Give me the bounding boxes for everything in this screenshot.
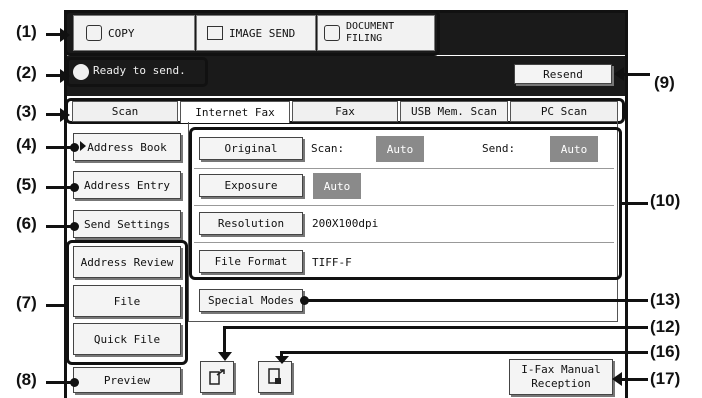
send-label: Send: [482, 142, 516, 155]
tab-document-filing-label: DOCUMENT FILING [346, 21, 395, 44]
leader-line [46, 146, 72, 149]
divider [194, 168, 614, 169]
tab-document-filing[interactable]: DOCUMENT FILING [317, 15, 435, 51]
divider [194, 242, 614, 243]
address-book-button[interactable]: Address Book [73, 133, 181, 161]
tab-fax[interactable]: Fax [292, 101, 398, 122]
file-format-value: TIFF-F [312, 256, 352, 269]
resolution-value: 200X100dpi [312, 217, 379, 230]
callout-10: (10) [650, 191, 681, 210]
leader-line [223, 326, 648, 329]
callout-13: (13) [650, 290, 681, 309]
leader-line [46, 186, 72, 189]
resolution-button[interactable]: Resolution [199, 212, 303, 235]
leader-dot [70, 222, 79, 231]
callout-16: (16) [650, 342, 681, 361]
leader-line [46, 304, 66, 307]
arrow-down-icon [218, 352, 232, 361]
status-icon [73, 64, 89, 80]
callout-7: (7) [16, 293, 37, 312]
manual-reception-button[interactable]: I-Fax Manual Reception [509, 359, 613, 395]
address-arrow-icon-button[interactable] [200, 361, 234, 393]
tab-internet-fax[interactable]: Internet Fax [180, 101, 290, 123]
leader-dot [70, 378, 79, 387]
tab-image-send-label: IMAGE SEND [229, 26, 296, 40]
address-review-button[interactable]: Address Review [73, 246, 181, 278]
arrow-down-icon [275, 356, 289, 364]
file-button[interactable]: File [73, 285, 181, 317]
leader-line [624, 73, 650, 76]
special-modes-button[interactable]: Special Modes [199, 289, 303, 312]
callout-17: (17) [650, 369, 681, 388]
leader-line [46, 225, 72, 228]
exposure-button[interactable]: Exposure [199, 174, 303, 197]
address-book-pointer-icon [80, 141, 86, 151]
leader-line [46, 381, 72, 384]
document-filing-icon [324, 25, 340, 41]
resend-button[interactable]: Resend [514, 64, 612, 84]
original-button[interactable]: Original [199, 137, 303, 160]
send-settings-button[interactable]: Send Settings [73, 210, 181, 238]
leader-dot [70, 183, 79, 192]
arrow-left-icon [614, 67, 624, 81]
scan-label: Scan: [311, 142, 345, 155]
send-value: Auto [550, 136, 598, 162]
scan-value: Auto [376, 136, 424, 162]
tab-image-send[interactable]: IMAGE SEND [196, 15, 316, 51]
tab-copy[interactable]: COPY [73, 15, 195, 51]
callout-9: (9) [654, 73, 675, 92]
callout-2: (2) [16, 63, 37, 82]
callout-1: (1) [16, 22, 37, 41]
exposure-value: Auto [313, 173, 361, 199]
file-format-button[interactable]: File Format [199, 250, 303, 273]
leader-dot [70, 143, 79, 152]
address-entry-button[interactable]: Address Entry [73, 171, 181, 199]
tab-usb-mem-scan[interactable]: USB Mem. Scan [400, 101, 508, 122]
quick-file-button[interactable]: Quick File [73, 323, 181, 355]
divider [194, 205, 614, 206]
arrow-right-icon [60, 108, 70, 122]
leader-line [223, 326, 226, 354]
status-message: Ready to send. [93, 64, 186, 77]
arrow-left-icon [612, 372, 622, 386]
document-lock-icon-button[interactable] [258, 361, 292, 393]
tab-scan[interactable]: Scan [72, 101, 178, 122]
callout-12: (12) [650, 317, 681, 336]
leader-line [305, 299, 648, 302]
document-lock-icon [268, 368, 281, 384]
rotate-send-icon [209, 369, 225, 385]
status-message-box: Ready to send. [66, 57, 208, 87]
leader-line [280, 351, 648, 354]
arrow-right-icon [60, 28, 70, 42]
callout-6: (6) [16, 214, 37, 233]
leader-line [622, 202, 648, 205]
callout-3: (3) [16, 102, 37, 121]
callout-5: (5) [16, 175, 37, 194]
callout-4: (4) [16, 135, 37, 154]
copy-icon [86, 25, 102, 41]
callout-8: (8) [16, 370, 37, 389]
tab-copy-label: COPY [108, 26, 135, 40]
leader-line [622, 378, 648, 381]
image-send-icon [207, 26, 223, 40]
tab-pc-scan[interactable]: PC Scan [510, 101, 618, 122]
arrow-right-icon [60, 69, 70, 83]
preview-button[interactable]: Preview [73, 367, 181, 393]
